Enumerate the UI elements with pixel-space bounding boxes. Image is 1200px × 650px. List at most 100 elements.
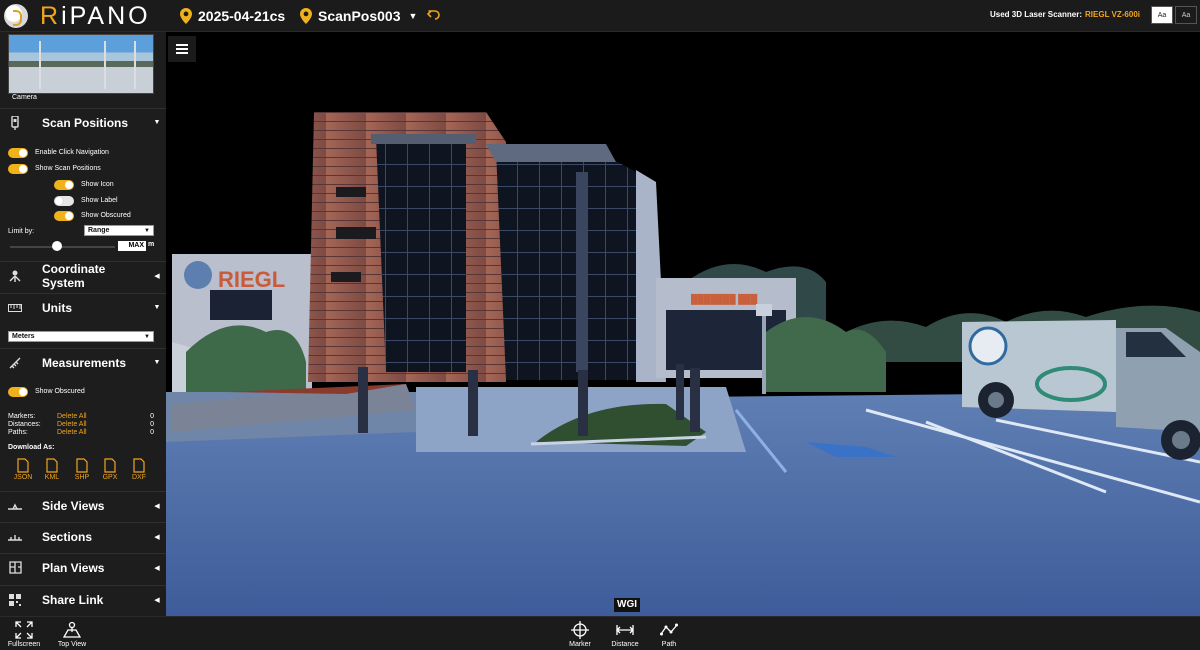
svg-text:███████ ███: ███████ ███ xyxy=(691,293,758,305)
measurements-show-obscured-label: Show Obscured xyxy=(35,388,85,395)
distance-tool-button[interactable]: Distance xyxy=(603,621,647,648)
fullscreen-icon xyxy=(15,621,33,639)
section-sections[interactable]: Sections ◀ xyxy=(0,522,166,550)
section-title: Measurements xyxy=(42,355,127,370)
measure-tool-icon xyxy=(0,357,30,369)
range-slider-handle[interactable] xyxy=(52,241,62,251)
show-obscured-positions-toggle[interactable] xyxy=(54,211,74,221)
panorama-scene: RIEGL ███████ ███ xyxy=(166,112,1200,616)
font-size-large-button[interactable]: Aa xyxy=(1175,6,1197,24)
caret-left-icon: ◀ xyxy=(154,272,160,280)
download-as-label: Download As: xyxy=(8,444,55,451)
hamburger-menu-icon xyxy=(176,44,188,54)
download-json-button[interactable]: JSON xyxy=(11,458,35,481)
app-logo[interactable]: RiPANO xyxy=(4,2,151,30)
path-tool-button[interactable]: Path xyxy=(647,621,691,648)
top-view-button[interactable]: Top View xyxy=(50,621,94,648)
section-units[interactable]: Units ▼ xyxy=(0,293,166,321)
chevron-down-icon: ▼ xyxy=(144,227,150,234)
section-title: Units xyxy=(42,300,72,315)
scene-object-label[interactable]: WGI xyxy=(614,598,640,612)
app-title: RiPANO xyxy=(40,1,151,30)
file-icon xyxy=(76,458,88,473)
delete-all-markers-link[interactable]: Delete All xyxy=(57,413,87,420)
qr-code-icon xyxy=(0,593,30,606)
section-measurements[interactable]: Measurements ▼ xyxy=(0,348,166,376)
path-icon xyxy=(660,623,678,636)
section-title: Scan Positions xyxy=(42,115,129,130)
enable-click-navigation-toggle[interactable] xyxy=(8,148,28,158)
fullscreen-button[interactable]: Fullscreen xyxy=(2,621,46,648)
date-label: 2025-04-21cs xyxy=(198,8,286,24)
scanner-label: Used 3D Laser Scanner: xyxy=(989,10,1083,19)
units-select[interactable]: Meters ▼ xyxy=(8,331,154,342)
range-slider-track[interactable] xyxy=(10,246,115,248)
paths-row: Paths: Delete All 0 xyxy=(8,429,154,436)
section-title: Coordinate System xyxy=(42,261,106,290)
download-kml-button[interactable]: KML xyxy=(40,458,64,481)
scanner-icon xyxy=(0,115,30,130)
top-view-icon xyxy=(63,621,81,638)
riegl-sign: RIEGL xyxy=(218,267,285,292)
sidebar: Camera Scan Positions ▼ Enable Click Nav… xyxy=(0,32,166,616)
show-icon-label: Show Icon xyxy=(81,181,114,188)
menu-button[interactable] xyxy=(168,36,196,62)
location-pin-icon xyxy=(180,8,192,24)
caret-down-icon: ▼ xyxy=(153,359,161,366)
limit-by-label: Limit by: xyxy=(8,228,35,235)
show-icon-toggle[interactable] xyxy=(54,180,74,190)
delete-all-distances-link[interactable]: Delete All xyxy=(57,421,87,428)
undo-icon[interactable] xyxy=(427,8,441,22)
caret-down-icon: ▼ xyxy=(153,119,161,126)
chevron-down-icon: ▼ xyxy=(144,333,150,340)
delete-all-paths-link[interactable]: Delete All xyxy=(57,429,87,436)
section-coordinate-system[interactable]: Coordinate System ◀ xyxy=(0,261,166,290)
scan-position-selector[interactable]: ScanPos003 ▼ xyxy=(300,5,417,27)
date-selector[interactable]: 2025-04-21cs xyxy=(180,5,285,27)
distance-icon xyxy=(616,625,634,635)
download-dxf-button[interactable]: DXF xyxy=(127,458,151,481)
camera-label: Camera xyxy=(12,94,37,101)
crosshair-icon xyxy=(571,621,589,639)
caret-left-icon: ◀ xyxy=(154,533,160,541)
ruler-icon xyxy=(0,303,30,312)
download-gpx-button[interactable]: GPX xyxy=(98,458,122,481)
caret-left-icon: ◀ xyxy=(154,596,160,604)
scanner-info: Used 3D Laser Scanner: RIEGL VZ-600i xyxy=(990,10,1140,19)
section-plan-views[interactable]: Plan Views ◀ xyxy=(0,553,166,581)
enable-click-navigation-label: Enable Click Navigation xyxy=(35,149,109,156)
section-side-views[interactable]: Side Views ◀ xyxy=(0,491,166,519)
font-size-small-button[interactable]: Aa xyxy=(1151,6,1173,24)
show-label-toggle[interactable] xyxy=(54,196,74,206)
max-range-input[interactable]: MAX xyxy=(118,241,146,251)
section-title: Plan Views xyxy=(42,560,105,575)
floor-plan-icon xyxy=(0,561,30,574)
location-pin-icon xyxy=(300,8,312,24)
file-icon xyxy=(17,458,29,473)
section-title: Side Views xyxy=(42,498,105,513)
section-share-link[interactable]: Share Link ◀ xyxy=(0,585,166,613)
scanner-model[interactable]: RIEGL VZ-600i xyxy=(1085,10,1140,19)
file-icon xyxy=(133,458,145,473)
section-scan-positions[interactable]: Scan Positions ▼ xyxy=(0,108,166,136)
show-label-label: Show Label xyxy=(81,197,118,204)
marker-tool-button[interactable]: Marker xyxy=(558,621,602,648)
show-scan-positions-label: Show Scan Positions xyxy=(35,165,101,172)
ripano-logo-icon xyxy=(4,4,28,28)
side-view-icon xyxy=(0,502,30,510)
camera-thumbnail[interactable] xyxy=(8,34,154,94)
download-shp-button[interactable]: SHP xyxy=(70,458,94,481)
show-obscured-positions-label: Show Obscured xyxy=(81,212,131,219)
show-scan-positions-toggle[interactable] xyxy=(8,164,28,174)
section-cut-icon xyxy=(0,533,30,541)
caret-left-icon: ◀ xyxy=(154,502,160,510)
point-cloud-viewport[interactable]: RIEGL ███████ ███ xyxy=(166,32,1200,616)
file-icon xyxy=(104,458,116,473)
limit-by-select[interactable]: Range ▼ xyxy=(84,225,154,236)
coordinate-axes-icon xyxy=(0,269,30,283)
section-title: Share Link xyxy=(42,592,104,607)
caret-down-icon: ▼ xyxy=(153,304,161,311)
max-range-unit: m xyxy=(148,241,155,248)
chevron-down-icon: ▼ xyxy=(408,11,418,21)
measurements-show-obscured-toggle[interactable] xyxy=(8,387,28,397)
